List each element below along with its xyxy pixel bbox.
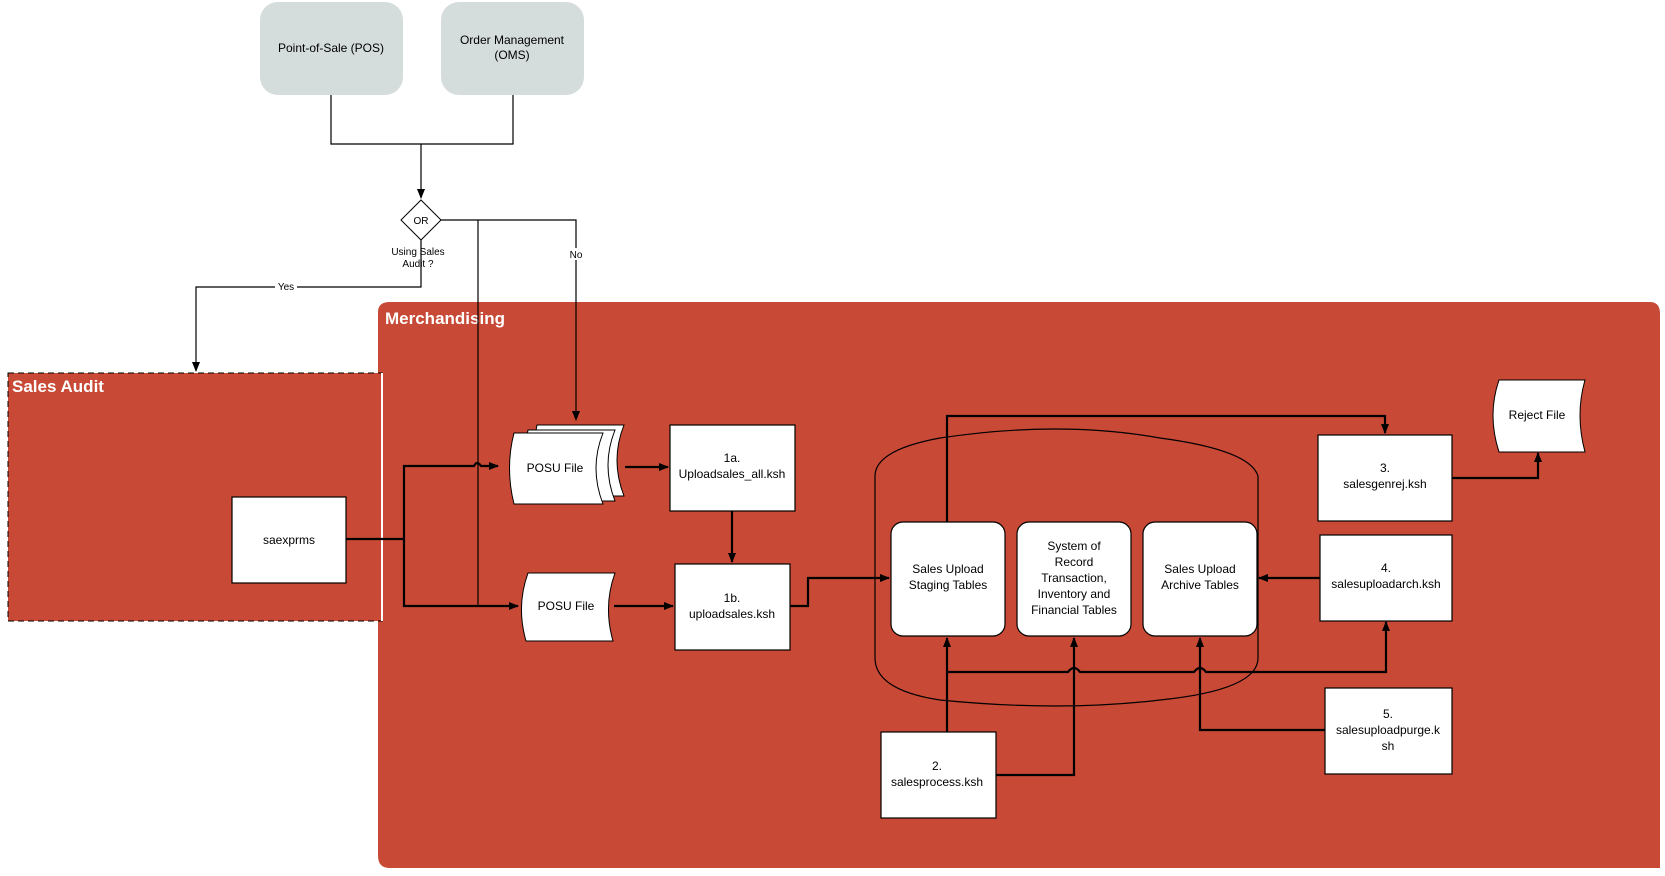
step-4-number: 4. (1381, 561, 1391, 575)
decision-question-line2: Audit ? (402, 259, 434, 270)
sales-audit-title: Sales Audit (12, 377, 104, 396)
oms-source-box: Order Management (OMS) (441, 2, 584, 95)
step-1b-node: 1b. uploadsales.ksh (674, 563, 791, 651)
reject-file-node: Reject File (1492, 379, 1586, 453)
archive-label-line1: Sales Upload (1164, 562, 1235, 576)
reject-file-label: Reject File (1509, 408, 1566, 422)
sor-label-line3: Transaction, (1041, 571, 1107, 585)
posu-file-single-node: POSU File (520, 572, 616, 642)
merchandising-title: Merchandising (385, 309, 505, 328)
or-decision: OR (400, 199, 442, 241)
pos-label: Point-of-Sale (POS) (278, 41, 384, 55)
step-5-name-line2: sh (1382, 739, 1395, 753)
step-2-name: salesprocess.ksh (891, 775, 983, 789)
step-2-node: 2. salesprocess.ksh (880, 731, 997, 819)
decision-question-line1: Using Sales (391, 247, 444, 258)
step-1a-name: Uploadsales_all.ksh (679, 467, 786, 481)
system-of-record-tables-node: System of Record Transaction, Inventory … (1016, 521, 1132, 637)
oms-label-line1: Order Management (460, 33, 565, 47)
decision-label: OR (414, 216, 429, 227)
step-4-node: 4. salesuploadarch.ksh (1319, 534, 1453, 622)
sources-merge-connector (330, 95, 514, 145)
step-5-number: 5. (1383, 707, 1393, 721)
step-5-node: 5. salesuploadpurge.k sh (1324, 687, 1453, 775)
step-1b-number: 1b. (724, 591, 741, 605)
step-5-name-line1: salesuploadpurge.k (1336, 723, 1441, 737)
no-label: No (570, 250, 583, 261)
archive-tables-node: Sales Upload Archive Tables (1142, 521, 1258, 637)
posu-file-multi-label: POSU File (527, 461, 584, 475)
posu-file-multi-node: POSU File (509, 424, 625, 505)
step-1b-name: uploadsales.ksh (689, 607, 775, 621)
step-3-number: 3. (1380, 461, 1390, 475)
step-2-number: 2. (932, 759, 942, 773)
step-3-node: 3. salesgenrej.ksh (1317, 434, 1453, 522)
step-3-name: salesgenrej.ksh (1343, 477, 1426, 491)
saexprms-label: saexprms (263, 533, 315, 547)
sor-label-line4: Inventory and (1038, 587, 1111, 601)
archive-label-line2: Archive Tables (1161, 578, 1239, 592)
sales-upload-flow-diagram: Merchandising Sales Audit Point-of-Sale … (7, 2, 1660, 868)
step-1a-node: 1a. Uploadsales_all.ksh (669, 424, 796, 512)
sor-label-line5: Financial Tables (1031, 603, 1117, 617)
step-4-name: salesuploadarch.ksh (1331, 577, 1440, 591)
staging-label-line1: Sales Upload (912, 562, 983, 576)
sor-label-line1: System of (1047, 539, 1101, 553)
staging-tables-node: Sales Upload Staging Tables (890, 521, 1006, 637)
staging-label-line2: Staging Tables (909, 578, 988, 592)
yes-label: Yes (278, 282, 294, 293)
step-1a-number: 1a. (724, 451, 741, 465)
posu-file-single-label: POSU File (538, 599, 595, 613)
sor-label-line2: Record (1055, 555, 1094, 569)
saexprms-node: saexprms (231, 496, 347, 584)
oms-label-line2: (OMS) (494, 48, 529, 62)
pos-source-box: Point-of-Sale (POS) (260, 2, 403, 95)
